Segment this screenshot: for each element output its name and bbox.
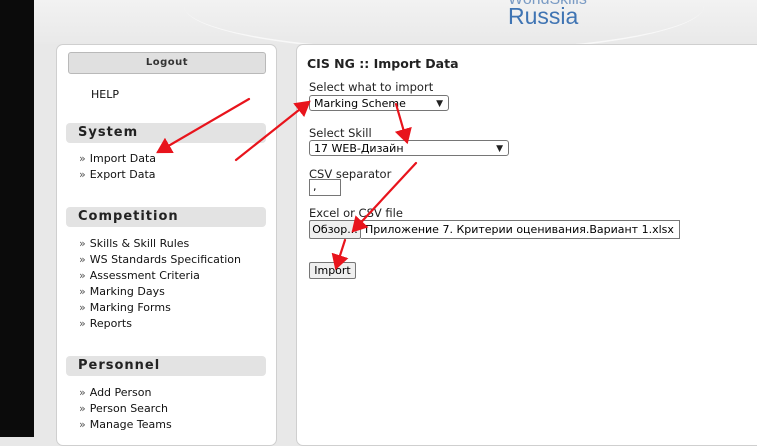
competition-links: » Skills & Skill Rules » WS Standards Spec… [79,236,241,332]
site-header: WorldSkills Russia [34,0,757,44]
sidebar-item-label: Marking Forms [89,301,171,314]
help-link[interactable]: HELP [91,88,119,101]
sidebar-item-label: Add Person [89,386,152,399]
bullet-icon: » [79,386,86,399]
section-system: System [66,123,266,143]
sidebar-item-label: Assessment Criteria [89,269,200,282]
page-title: CIS NG :: Import Data [307,56,459,71]
bullet-icon: » [79,285,86,298]
browse-button[interactable]: Обзор... [309,220,361,239]
skill-select[interactable]: 17 WEB-Дизайн ▼ [309,140,509,156]
sidebar-item-label: Skills & Skill Rules [89,237,190,250]
brand-logo-text: Russia [508,3,579,29]
import-panel: CIS NG :: Import Data Select what to imp… [296,44,757,446]
skill-value: 17 WEB-Дизайн [314,142,404,155]
sidebar-item-ws-standards[interactable]: » WS Standards Specification [79,252,241,268]
window-edge [0,0,34,437]
chevron-down-icon: ▼ [496,144,503,154]
bullet-icon: » [79,418,86,431]
import-what-value: Marking Scheme [314,97,406,110]
bullet-icon: » [79,152,86,165]
sidebar-item-import-data[interactable]: » Import Data [79,151,156,167]
sidebar-item-export-data[interactable]: » Export Data [79,167,156,183]
sidebar-item-skills[interactable]: » Skills & Skill Rules [79,236,241,252]
import-what-select[interactable]: Marking Scheme ▼ [309,95,449,111]
bullet-icon: » [79,402,86,415]
bullet-icon: » [79,237,86,250]
sidebar: Logout HELP System » Import Data » Export … [56,44,277,446]
sidebar-item-marking-forms[interactable]: » Marking Forms [79,300,241,316]
logout-button[interactable]: Logout [68,52,266,74]
csv-separator-input[interactable]: , [309,179,341,196]
bullet-icon: » [79,168,86,181]
sidebar-item-label: Manage Teams [89,418,172,431]
file-name-field[interactable]: Приложение 7. Критерии оценивания.Вариан… [361,220,680,239]
import-what-label: Select what to import [309,80,434,94]
section-personnel: Personnel [66,356,266,376]
personnel-links: » Add Person » Person Search » Manage Teams [79,385,172,433]
sidebar-item-label: Person Search [89,402,168,415]
sidebar-item-reports[interactable]: » Reports [79,316,241,332]
sidebar-item-manage-teams[interactable]: » Manage Teams [79,417,172,433]
skill-label: Select Skill [309,126,372,140]
sidebar-item-person-search[interactable]: » Person Search [79,401,172,417]
sidebar-item-marking-days[interactable]: » Marking Days [79,284,241,300]
sidebar-item-label: Marking Days [89,285,165,298]
sidebar-item-label: WS Standards Specification [89,253,241,266]
sidebar-item-label: Import Data [89,152,157,165]
file-label: Excel or CSV file [309,206,403,220]
header-swoosh [184,0,704,44]
import-button[interactable]: Import [309,262,356,279]
system-links: » Import Data » Export Data [79,151,156,183]
sidebar-item-assessment-criteria[interactable]: » Assessment Criteria [79,268,241,284]
bullet-icon: » [79,269,86,282]
bullet-icon: » [79,301,86,314]
section-competition: Competition [66,207,266,227]
sidebar-item-label: Reports [89,317,132,330]
bullet-icon: » [79,317,86,330]
chevron-down-icon: ▼ [436,99,443,109]
sidebar-item-add-person[interactable]: » Add Person [79,385,172,401]
bullet-icon: » [79,253,86,266]
sidebar-item-label: Export Data [89,168,156,181]
